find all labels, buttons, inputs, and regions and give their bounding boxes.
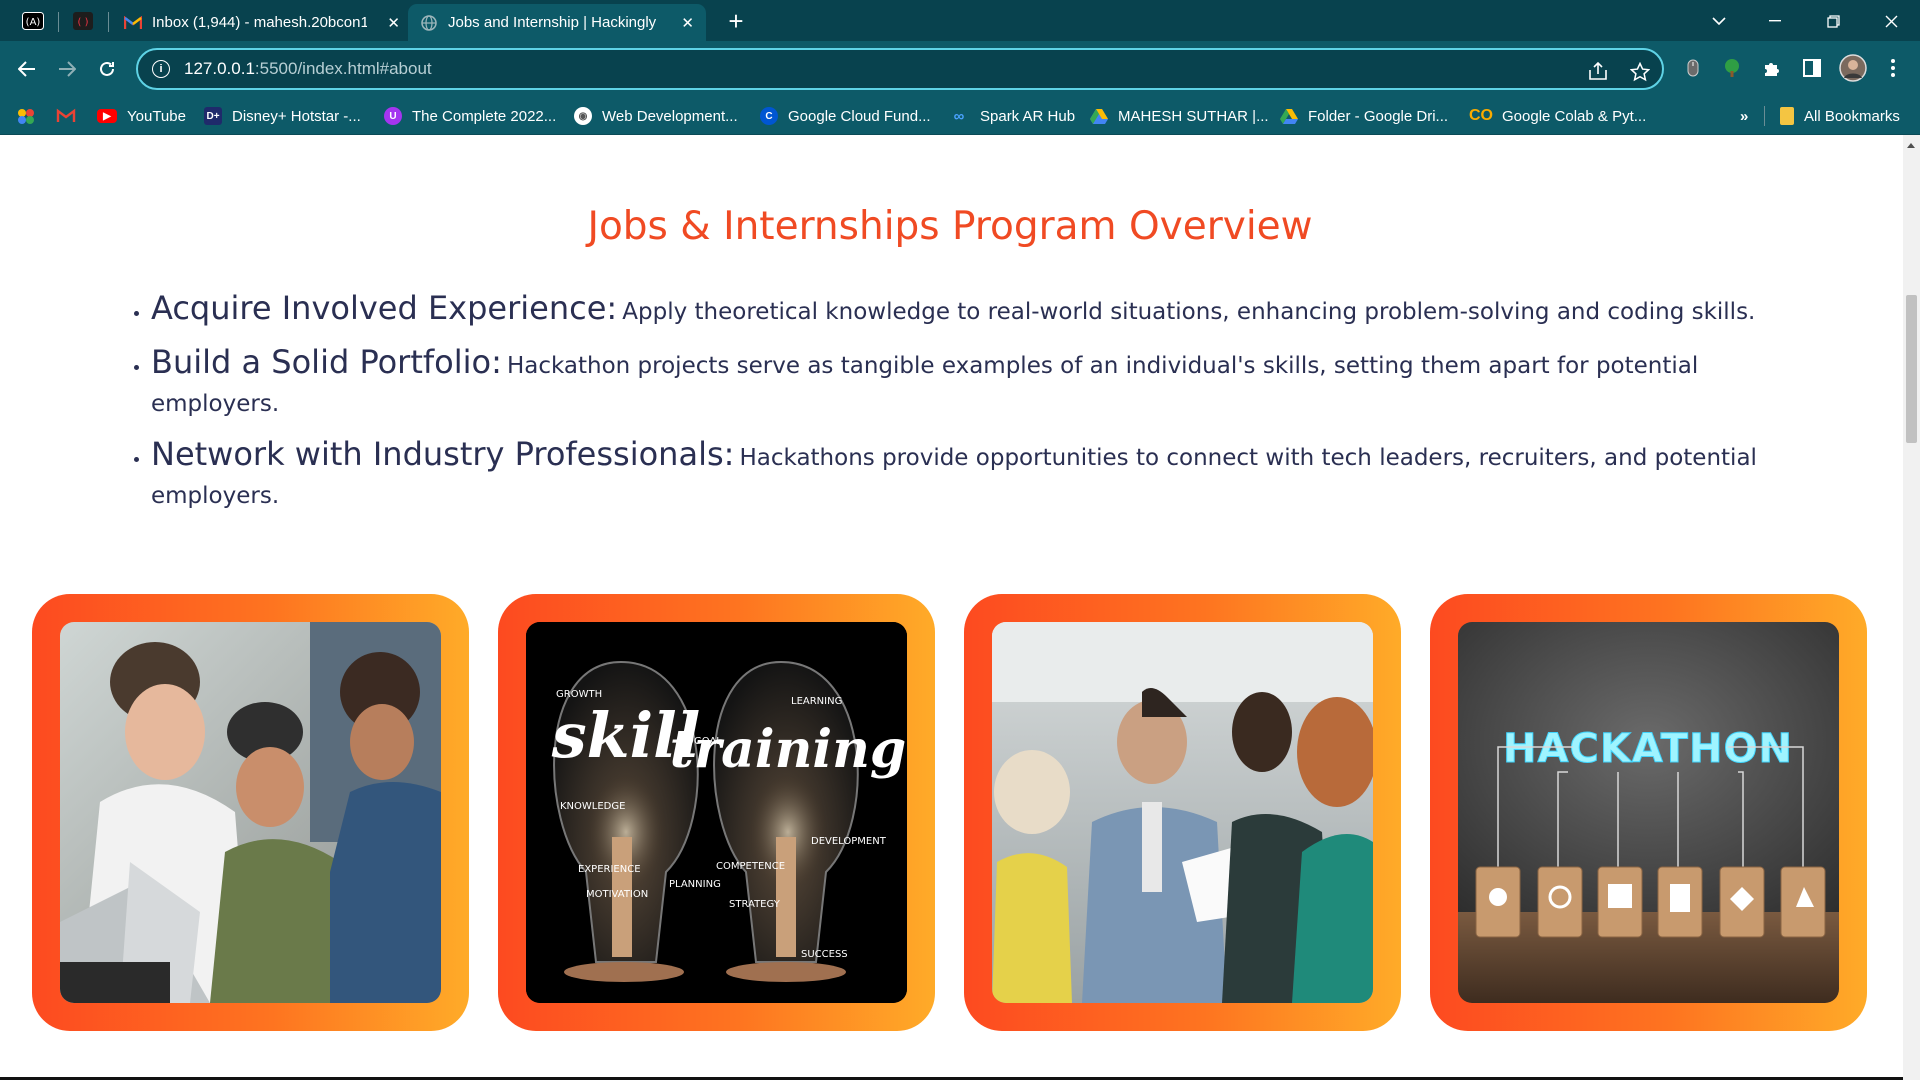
tab-strip: (A) ( ) Inbox (1,944) - mahesh.20bcon1 ✕…: [0, 0, 1920, 41]
scrollbar-thumb[interactable]: [1906, 295, 1917, 443]
close-tab-icon[interactable]: ✕: [681, 14, 694, 32]
folder-icon: [1780, 107, 1794, 125]
list-item: Acquire Involved Experience: Apply theor…: [151, 290, 1763, 332]
bookmark-google-drive-folder[interactable]: Folder - Google Dri...: [1280, 105, 1448, 127]
bookmarks-overflow-button[interactable]: »: [1740, 105, 1748, 127]
close-tab-icon[interactable]: ✕: [387, 14, 400, 32]
image-card[interactable]: [964, 594, 1401, 1031]
bookmark-youtube[interactable]: ▶ YouTube: [97, 105, 186, 127]
bookmark-gmail-icon[interactable]: [56, 105, 76, 127]
bookmark-mahesh-suthar[interactable]: MAHESH SUTHAR |...: [1090, 105, 1269, 127]
reload-icon[interactable]: [92, 54, 122, 84]
bookmark-spark-ar[interactable]: ∞ Spark AR Hub: [948, 105, 1075, 127]
address-bar[interactable]: i 127.0.0.1:5500/index.html#about: [136, 48, 1664, 90]
svg-text:COMPETENCE: COMPETENCE: [716, 861, 785, 872]
bookmark-google-colab[interactable]: CO Google Colab & Pyt...: [1469, 105, 1646, 127]
point-description: Apply theoretical knowledge to real-worl…: [622, 299, 1756, 325]
bookmark-udemy[interactable]: U The Complete 2022...: [384, 105, 556, 127]
business-presentation-photo: [992, 622, 1373, 1003]
drive-icon: [1090, 107, 1108, 125]
forward-icon[interactable]: [52, 54, 82, 84]
tab-inbox[interactable]: Inbox (1,944) - mahesh.20bcon1 ✕: [112, 4, 412, 41]
extensions-puzzle-icon[interactable]: [1755, 51, 1789, 85]
skill-training-bulbs-image: skill training GROWTH LEARNING GOAL KNOW…: [526, 622, 907, 1003]
side-panel-icon[interactable]: [1795, 51, 1829, 85]
browser-toolbar: i 127.0.0.1:5500/index.html#about: [0, 41, 1920, 97]
overview-list: Acquire Involved Experience: Apply theor…: [123, 290, 1763, 528]
image-card[interactable]: skill training GROWTH LEARNING GOAL KNOW…: [498, 594, 935, 1031]
svg-text:( ): ( ): [78, 17, 89, 28]
tab-title: Jobs and Internship | Hackingly: [448, 14, 657, 31]
pinned-tab-icon[interactable]: ( ): [70, 8, 96, 34]
tab-title: Inbox (1,944) - mahesh.20bcon1: [152, 14, 367, 31]
svg-text:LEARNING: LEARNING: [791, 696, 842, 707]
svg-text:DEVELOPMENT: DEVELOPMENT: [811, 836, 887, 847]
site-info-icon[interactable]: i: [152, 60, 170, 78]
udemy-icon: U: [384, 107, 402, 125]
scroll-up-icon[interactable]: [1907, 143, 1915, 148]
hotstar-icon: D+: [204, 107, 222, 125]
point-title: Network with Industry Professionals:: [151, 435, 735, 473]
all-bookmarks-button[interactable]: All Bookmarks: [1780, 105, 1900, 127]
svg-text:GOAL: GOAL: [694, 736, 722, 747]
new-tab-button[interactable]: +: [720, 6, 752, 36]
svg-text:training: training: [670, 719, 907, 780]
page-viewport: Jobs & Internships Program Overview Acqu…: [0, 135, 1903, 1080]
list-item: Build a Solid Portfolio: Hackathon proje…: [151, 344, 1763, 424]
url-text: 127.0.0.1:5500/index.html#about: [184, 59, 432, 78]
svg-text:STRATEGY: STRATEGY: [729, 899, 781, 910]
course-icon: ◉: [574, 107, 592, 125]
bookmark-google-cloud[interactable]: C Google Cloud Fund...: [760, 105, 931, 127]
gmail-icon: [124, 14, 142, 32]
section-heading: Jobs & Internships Program Overview: [587, 204, 1313, 249]
point-title: Build a Solid Portfolio:: [151, 343, 502, 381]
hackathon-blocks-image: HACKATHON: [1458, 622, 1839, 1003]
page-scrollbar[interactable]: [1903, 135, 1920, 1080]
extension-mouse-icon[interactable]: [1676, 51, 1710, 85]
bookmark-web-development[interactable]: ◉ Web Development...: [574, 105, 738, 127]
bookmarks-bar: ▶ YouTube D+ Disney+ Hotstar -... U The …: [0, 97, 1920, 135]
globe-icon: [420, 14, 438, 32]
list-item: Network with Industry Professionals: Hac…: [151, 436, 1763, 516]
image-card[interactable]: [32, 594, 469, 1031]
profile-avatar[interactable]: [1836, 51, 1870, 85]
bookmark-hotstar[interactable]: D+ Disney+ Hotstar -...: [204, 105, 361, 127]
restore-icon[interactable]: [1810, 6, 1856, 36]
svg-text:(A): (A): [26, 17, 41, 28]
minimize-icon[interactable]: [1752, 6, 1798, 36]
image-card[interactable]: HACKATHON: [1430, 594, 1867, 1031]
colab-icon: CO: [1469, 107, 1493, 124]
svg-text:GROWTH: GROWTH: [556, 689, 602, 700]
point-title: Acquire Involved Experience:: [151, 289, 618, 327]
svg-text:MOTIVATION: MOTIVATION: [586, 889, 648, 900]
back-icon[interactable]: [12, 54, 42, 84]
tab-jobs-internship[interactable]: Jobs and Internship | Hackingly ✕: [408, 4, 706, 41]
coursera-icon: C: [760, 107, 778, 125]
browser-menu-icon[interactable]: [1876, 51, 1910, 85]
tab-search-icon[interactable]: (A): [20, 8, 46, 34]
svg-text:PLANNING: PLANNING: [669, 879, 721, 890]
svg-text:HACKATHON: HACKATHON: [1503, 726, 1793, 772]
svg-text:SUCCESS: SUCCESS: [801, 949, 848, 960]
tab-search-dropdown-icon[interactable]: [1696, 6, 1742, 36]
svg-text:KNOWLEDGE: KNOWLEDGE: [560, 801, 625, 812]
bookmark-photos-icon[interactable]: [16, 105, 36, 127]
bookmark-star-icon[interactable]: [1629, 61, 1651, 88]
meta-icon: ∞: [953, 107, 965, 125]
extension-tree-icon[interactable]: [1715, 51, 1749, 85]
share-icon[interactable]: [1588, 61, 1608, 86]
image-cards: skill training GROWTH LEARNING GOAL KNOW…: [32, 594, 1872, 1034]
students-laptop-photo: [60, 622, 441, 1003]
youtube-icon: ▶: [97, 109, 117, 123]
drive-icon: [1280, 107, 1298, 125]
svg-text:EXPERIENCE: EXPERIENCE: [578, 864, 641, 875]
close-window-icon[interactable]: [1868, 6, 1914, 36]
